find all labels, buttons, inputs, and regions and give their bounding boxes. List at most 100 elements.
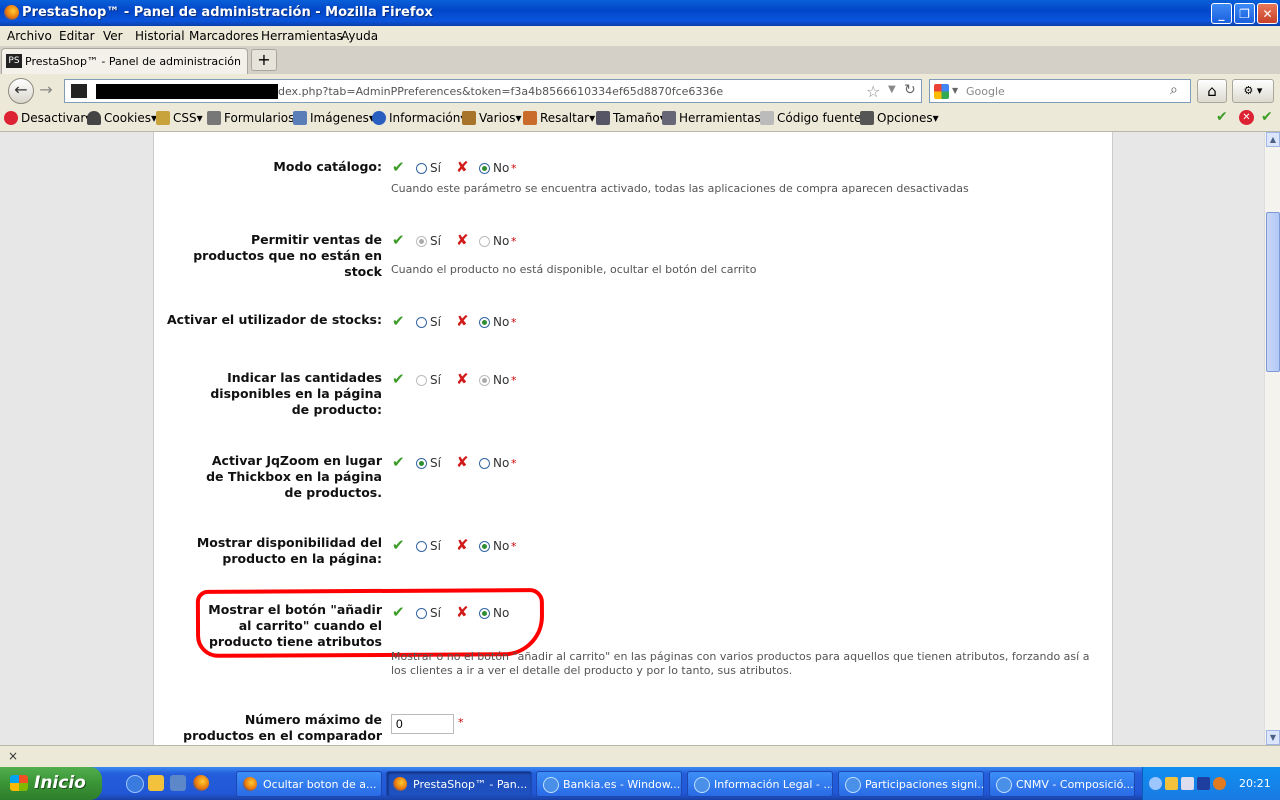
devbar-codigo-fuente[interactable]: Código fuente▾ xyxy=(760,111,867,125)
qty-yes-radio[interactable] xyxy=(416,375,427,386)
cart-attr-yes-radio[interactable] xyxy=(416,608,427,619)
prestashop-favicon-icon: PS xyxy=(6,54,22,68)
yes-label: Sí xyxy=(430,315,441,329)
qty-no-radio[interactable] xyxy=(479,375,490,386)
menu-marcadores[interactable]: Marcadores xyxy=(189,29,259,43)
no-cross-icon: ✘ xyxy=(456,370,469,388)
windows-logo-icon xyxy=(10,775,28,791)
reload-icon[interactable]: ↻ xyxy=(904,82,916,98)
devbar-label: Código fuente xyxy=(777,111,862,125)
tray-antivirus-icon[interactable] xyxy=(1213,777,1226,790)
new-tab-button[interactable]: + xyxy=(251,49,277,71)
stock-no-radio[interactable] xyxy=(479,317,490,328)
compare-max-input[interactable] xyxy=(391,714,454,734)
devbar-desactivar[interactable]: Desactivar▾ xyxy=(4,111,91,125)
no-cross-icon: ✘ xyxy=(456,231,469,249)
devbar-cookies[interactable]: Cookies▾ xyxy=(87,111,157,125)
url-bar[interactable]: dex.php?tab=AdminPPreferences&token=f3a4… xyxy=(64,79,922,103)
taskbar-button[interactable]: Ocultar boton de a... xyxy=(236,771,382,797)
validation-ok-icon[interactable]: ✔ xyxy=(1216,109,1228,125)
validation-error-icon[interactable]: ✕ xyxy=(1239,110,1254,125)
vertical-scrollbar[interactable]: ▲ ▼ xyxy=(1264,132,1280,745)
scroll-down-icon[interactable]: ▼ xyxy=(1266,730,1280,745)
app-quicklaunch-icon[interactable] xyxy=(170,775,186,791)
field-label: Permitir ventas de productos que no está… xyxy=(193,232,382,279)
devbar-varios[interactable]: Varios▾ xyxy=(462,111,522,125)
back-arrow-icon[interactable]: ← xyxy=(8,78,34,104)
required-mark: * xyxy=(511,162,517,175)
taskbar-button-active[interactable]: PrestaShop™ - Pan... xyxy=(386,771,532,797)
google-engine-icon[interactable] xyxy=(934,84,949,99)
oos-yes-radio[interactable] xyxy=(416,236,427,247)
search-icon[interactable]: ⌕ xyxy=(1170,82,1178,98)
field-label: Activar JqZoom en lugar de Thickbox en l… xyxy=(206,453,382,500)
restore-icon[interactable]: ❐ xyxy=(1234,3,1255,24)
menu-editar[interactable]: Editar xyxy=(59,29,95,43)
validation-ok2-icon[interactable]: ✔ xyxy=(1261,109,1273,125)
devbar-resaltar[interactable]: Resaltar▾ xyxy=(523,111,595,125)
devbar-imagenes[interactable]: Imágenes▾ xyxy=(293,111,375,125)
images-icon xyxy=(293,111,307,125)
required-mark: * xyxy=(511,457,517,470)
mail-quicklaunch-icon[interactable] xyxy=(148,775,164,791)
catalog-yes-radio[interactable] xyxy=(416,163,427,174)
site-identity-icon[interactable] xyxy=(71,84,87,98)
search-bar[interactable]: ▼ Google ⌕ xyxy=(929,79,1191,103)
taskbar-button[interactable]: Información Legal - ... xyxy=(687,771,833,797)
menu-herramientas[interactable]: Herramientas xyxy=(261,29,343,43)
start-button[interactable]: Inicio xyxy=(0,767,102,800)
devbar-label: Cookies xyxy=(104,111,151,125)
tray-network-icon[interactable] xyxy=(1181,777,1194,790)
taskbar-button[interactable]: CNMV - Composició... xyxy=(989,771,1135,797)
bookmark-star-icon[interactable]: ☆ xyxy=(866,82,880,101)
addon-menu-button[interactable]: ⚙ ▾ xyxy=(1232,79,1274,103)
devbar-informacion[interactable]: Información▾ xyxy=(372,111,466,125)
menu-archivo[interactable]: Archivo xyxy=(7,29,52,43)
availability-yes-radio[interactable] xyxy=(416,541,427,552)
menu-ayuda[interactable]: Ayuda xyxy=(341,29,378,43)
tray-mail-icon[interactable] xyxy=(1165,777,1178,790)
devbar-label: Opciones xyxy=(877,111,933,125)
forms-icon xyxy=(207,111,221,125)
scroll-up-icon[interactable]: ▲ xyxy=(1266,132,1280,147)
close-findbar-icon[interactable]: × xyxy=(8,749,18,763)
engine-dropdown-icon[interactable]: ▼ xyxy=(952,86,958,95)
tray-expand-icon[interactable] xyxy=(1149,777,1162,790)
taskbar-button[interactable]: Participaciones signi... xyxy=(838,771,984,797)
required-mark: * xyxy=(511,235,517,248)
menu-ver[interactable]: Ver xyxy=(103,29,123,43)
firefox-quicklaunch-icon[interactable] xyxy=(193,775,209,791)
url-dropdown-icon[interactable]: ▼ xyxy=(888,84,896,95)
devbar-css[interactable]: CSS▾ xyxy=(156,111,203,125)
devbar-formularios[interactable]: Formularios▾ xyxy=(207,111,300,125)
field-label: Mostrar el botón "añadir al carrito" cua… xyxy=(208,602,382,649)
catalog-no-radio[interactable] xyxy=(479,163,490,174)
jqzoom-no-radio[interactable] xyxy=(479,458,490,469)
stock-yes-radio[interactable] xyxy=(416,317,427,328)
taskbar-button[interactable]: Bankia.es - Window... xyxy=(536,771,682,797)
no-cross-icon: ✘ xyxy=(456,453,469,471)
devbar-opciones[interactable]: Opciones▾ xyxy=(860,111,939,125)
home-icon[interactable]: ⌂ xyxy=(1197,79,1227,103)
required-mark: * xyxy=(458,716,464,729)
oos-no-radio[interactable] xyxy=(479,236,490,247)
devbar-tamano[interactable]: Tamaño▾ xyxy=(596,111,666,125)
jqzoom-yes-radio[interactable] xyxy=(416,458,427,469)
minimize-icon[interactable]: _ xyxy=(1211,3,1232,24)
scroll-thumb[interactable] xyxy=(1266,212,1280,372)
close-icon[interactable]: ✕ xyxy=(1257,3,1278,24)
find-bar: × xyxy=(0,745,1280,768)
cart-attr-no-radio[interactable] xyxy=(479,608,490,619)
devbar-herramientas[interactable]: Herramientas▾ xyxy=(662,111,767,125)
tab-prestashop[interactable]: PS PrestaShop™ - Panel de administración xyxy=(1,48,248,74)
firefox-icon xyxy=(243,777,257,791)
availability-no-radio[interactable] xyxy=(479,541,490,552)
misc-icon xyxy=(462,111,476,125)
yes-check-icon: ✔ xyxy=(392,536,405,554)
tray-bluetooth-icon[interactable] xyxy=(1197,777,1210,790)
ie-quicklaunch-icon[interactable] xyxy=(126,775,144,793)
field-hint: Cuando el producto no está disponible, o… xyxy=(391,263,757,276)
forward-arrow-icon[interactable]: → xyxy=(35,79,57,101)
info-icon xyxy=(372,111,386,125)
menu-historial[interactable]: Historial xyxy=(135,29,185,43)
